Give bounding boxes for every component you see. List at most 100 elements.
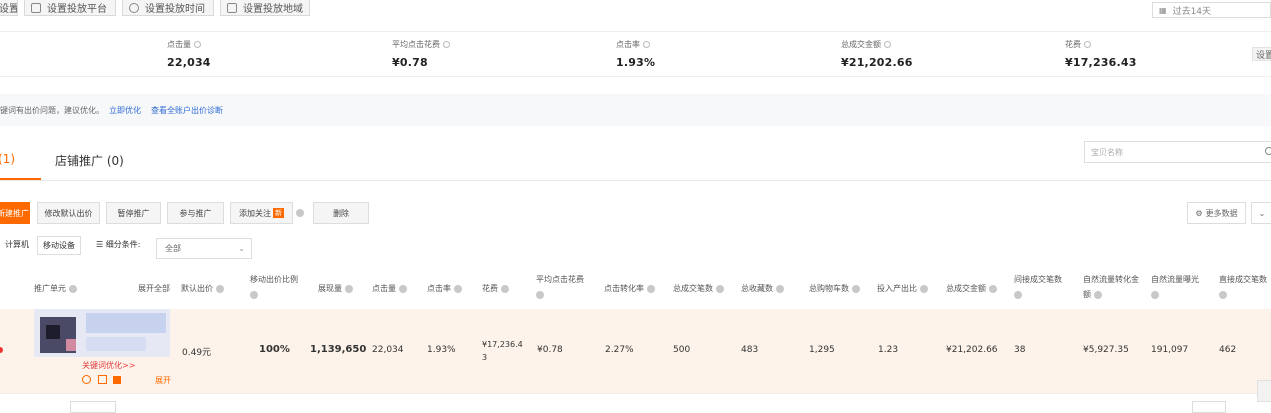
help-icon[interactable] <box>250 290 258 299</box>
col-mobile-ratio: 移动出价比例 <box>250 272 305 302</box>
expand-link[interactable]: 展开 <box>155 375 171 386</box>
col-direct-orders: 直接成交笔数 <box>1219 272 1271 302</box>
notice-text: 键词有出价问题，建议优化。 <box>0 105 104 115</box>
promotion-tabs: (1) 店铺推广 (0) <box>0 130 1271 181</box>
segment-select[interactable]: 全部 ⌄ <box>156 238 252 259</box>
stat-avg-cpc: 平均点击花费 ¥0.78 <box>392 39 450 69</box>
tab-shop-promotion[interactable]: 店铺推广 (0) <box>55 152 124 169</box>
bid-notice: 键词有出价问题，建议优化。 立即优化 查看全账户出价诊断 <box>0 94 1271 126</box>
pause-promotion-button[interactable]: 暂停推广 <box>106 202 161 224</box>
item-name-search-input[interactable]: 宝贝名称 <box>1084 141 1271 163</box>
help-icon[interactable] <box>216 284 224 293</box>
help-icon[interactable] <box>399 284 407 293</box>
feedback-button[interactable] <box>1257 380 1271 402</box>
help-icon[interactable] <box>454 284 462 293</box>
help-icon[interactable] <box>989 284 997 293</box>
set-region-label: 设置投放地域 <box>243 4 303 15</box>
help-icon[interactable] <box>345 284 353 293</box>
date-range-select[interactable]: ▦ 过去14天 <box>1152 2 1271 18</box>
col-carts-label: 总购物车数 <box>809 284 849 293</box>
segment-value: 全部 <box>165 244 181 253</box>
pagination-button[interactable] <box>1192 401 1226 413</box>
stat-label: 平均点击花费 <box>392 40 440 49</box>
help-icon[interactable] <box>1151 290 1159 299</box>
settings-button[interactable]: 设置 <box>0 0 18 16</box>
cell-roi: 1.23 <box>878 345 899 355</box>
help-icon[interactable] <box>536 290 544 299</box>
stats-settings-button[interactable]: 设置 <box>1252 47 1271 61</box>
more-data-button[interactable]: ⚙ 更多数据 <box>1187 202 1246 224</box>
keyword-optimize-link[interactable]: 关键词优化>> <box>82 360 135 371</box>
item-thumbnail[interactable] <box>34 309 170 357</box>
set-platform-button[interactable]: 设置投放平台 <box>24 0 116 16</box>
help-icon[interactable] <box>643 41 650 48</box>
col-favorites: 总收藏数 <box>741 281 784 296</box>
help-icon[interactable] <box>1219 290 1227 299</box>
page-size-select[interactable] <box>70 401 116 413</box>
help-icon[interactable] <box>852 284 860 293</box>
stat-cost: 花费 ¥17,236.43 <box>1065 39 1137 69</box>
cell-cvr: 2.27% <box>605 345 634 355</box>
help-icon[interactable] <box>443 41 450 48</box>
expand-all-link[interactable]: 展开全部 <box>138 281 170 296</box>
edit-icon[interactable] <box>98 375 107 384</box>
cell-default-bid[interactable]: 0.49元 <box>182 345 211 358</box>
tab-item-promotion[interactable]: (1) <box>0 152 15 166</box>
col-total-gmv: 总成交金额 <box>946 281 997 296</box>
stats-settings-label: 设置 <box>1256 50 1271 61</box>
col-unit: 推广单元 <box>34 281 77 296</box>
view-bid-diagnosis-link[interactable]: 查看全账户出价诊断 <box>151 105 223 116</box>
filter-mobile[interactable]: 移动设备 <box>37 236 81 255</box>
col-mobile-ratio-label: 移动出价比例 <box>250 275 298 284</box>
search-icon[interactable] <box>1265 147 1271 155</box>
col-default-bid: 默认出价 <box>181 281 224 296</box>
col-cvr: 点击转化率 <box>604 281 655 296</box>
pause-icon[interactable] <box>82 375 91 384</box>
col-cost-label: 花费 <box>482 284 498 293</box>
stat-value: 22,034 <box>167 56 211 69</box>
settings-label: 设置 <box>0 4 18 15</box>
help-icon[interactable] <box>69 284 77 293</box>
help-icon[interactable] <box>194 41 201 48</box>
help-icon[interactable] <box>776 284 784 293</box>
delete-icon[interactable] <box>113 376 121 384</box>
stat-value: ¥17,236.43 <box>1065 56 1137 69</box>
col-ctr: 点击率 <box>427 281 462 296</box>
table-row: 关键词优化>> 展开 0.49元 100% 1,139,650 22,034 1… <box>0 309 1271 394</box>
col-unit-label: 推广单元 <box>34 284 66 293</box>
filter-computer[interactable]: 计算机 <box>5 239 29 250</box>
optimize-now-link[interactable]: 立即优化 <box>109 105 141 116</box>
chevron-down-icon[interactable]: ⌄ <box>1251 202 1271 224</box>
new-promotion-button[interactable]: 新建推广 <box>0 202 30 224</box>
help-icon[interactable] <box>501 284 509 293</box>
set-region-button[interactable]: 设置投放地域 <box>220 0 310 16</box>
cell-impressions: 1,139,650 <box>310 344 367 355</box>
search-placeholder: 宝贝名称 <box>1091 147 1123 157</box>
cell-indirect-orders: 38 <box>1014 345 1026 355</box>
stats-bar: 点击量 22,034 平均点击花费 ¥0.78 点击率 1.93% 总成交金额 ¥21,… <box>0 31 1271 77</box>
cell-natural-gmv: ¥5,927.35 <box>1083 345 1129 355</box>
add-watch-button[interactable]: 添加关注新 <box>230 202 293 224</box>
help-icon[interactable] <box>920 284 928 293</box>
col-default-bid-label: 默认出价 <box>181 284 213 293</box>
help-icon[interactable] <box>1014 290 1022 299</box>
join-promotion-button[interactable]: 参与推广 <box>167 202 224 224</box>
col-carts: 总购物车数 <box>809 281 860 296</box>
map-icon <box>227 2 237 13</box>
help-icon[interactable] <box>1094 290 1102 299</box>
col-total-orders-label: 总成交笔数 <box>673 284 713 293</box>
help-icon[interactable] <box>647 284 655 293</box>
product-title-blurred <box>86 313 166 333</box>
col-natural-gmv: 自然流量转化金额 <box>1083 272 1145 302</box>
set-time-button[interactable]: 设置投放时间 <box>122 0 214 16</box>
col-ctr-label: 点击率 <box>427 284 451 293</box>
col-impressions-label: 展现量 <box>318 284 342 293</box>
help-icon[interactable] <box>296 209 304 217</box>
help-icon[interactable] <box>1084 41 1091 48</box>
help-icon[interactable] <box>716 284 724 293</box>
delete-button[interactable]: 删除 <box>313 202 369 224</box>
help-icon[interactable] <box>884 41 891 48</box>
set-time-label: 设置投放时间 <box>145 4 205 15</box>
edit-default-bid-button[interactable]: 修改默认出价 <box>37 202 100 224</box>
col-impressions: 展现量 <box>318 281 353 296</box>
